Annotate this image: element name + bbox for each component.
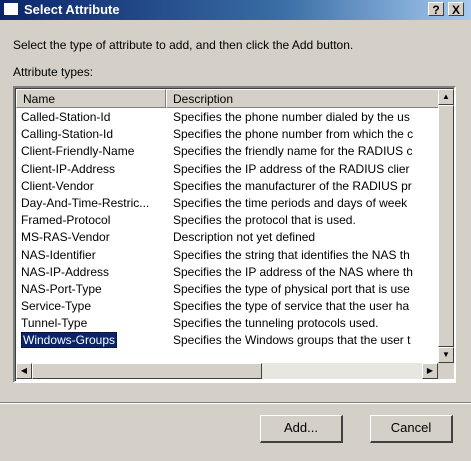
attribute-description: Specifies the string that identifies the… [173,247,410,262]
vertical-scrollbar[interactable]: ▲ ▼ [438,89,454,363]
list-item[interactable]: Client-IP-Address Specifies the IP addres… [16,161,438,178]
scroll-right-button[interactable]: ▶ [422,363,438,379]
list-item[interactable]: NAS-Identifier Specifies the string that … [16,247,438,264]
attribute-description: Specifies the IP address of the RADIUS c… [173,161,410,176]
close-button[interactable]: X [448,2,464,17]
attribute-description: Specifies the friendly name for the RADI… [173,144,413,159]
attribute-description: Specifies the time periods and days of w… [173,195,408,210]
attribute-name: NAS-Port-Type [21,281,102,296]
horizontal-scroll-thumb[interactable] [32,363,262,379]
instruction-text: Select the type of attribute to add, and… [13,38,354,52]
list-item[interactable]: Day-And-Time-Restric... Specifies the tim… [16,195,438,212]
dialog-separator [0,402,471,404]
attribute-description: Specifies the type of physical port that… [173,281,410,296]
attribute-name: MS-RAS-Vendor [21,230,110,245]
list-item[interactable]: Framed-Protocol Specifies the protocol th… [16,212,438,229]
title-bar[interactable]: Select Attribute ? X [0,0,471,20]
horizontal-scrollbar[interactable]: ◀ ▶ [16,363,438,379]
attribute-description: Specifies the protocol that is used. [173,213,356,228]
attribute-types-label: Attribute types: [13,65,94,79]
attribute-name: Client-Friendly-Name [21,144,135,159]
scrollbar-corner [438,363,454,379]
scroll-down-button[interactable]: ▼ [438,347,454,363]
list-rows: Called-Station-Id Specifies the phone num… [16,109,438,350]
list-item[interactable]: Service-Type Specifies the type of servic… [16,298,438,315]
attribute-name: Service-Type [21,299,92,314]
list-header: Name Description [16,89,440,108]
list-item[interactable]: NAS-IP-Address Specifies the IP address o… [16,264,438,281]
column-header-name[interactable]: Name [16,89,166,108]
attribute-list[interactable]: Name Description Called-Station-Id Specif… [13,86,456,383]
attribute-description: Specifies the IP address of the NAS wher… [173,264,413,279]
attribute-name: NAS-IP-Address [21,264,110,279]
attribute-name: Day-And-Time-Restric... [21,195,150,210]
attribute-description: Specifies the type of service that the u… [173,299,410,314]
attribute-description: Specifies the Windows groups that the us… [173,333,411,348]
window-title: Select Attribute [24,2,120,17]
attribute-name: Calling-Station-Id [21,127,114,142]
list-item[interactable]: Client-Vendor Specifies the manufacturer … [16,178,438,195]
vertical-scroll-thumb[interactable] [438,105,454,347]
list-item[interactable]: MS-RAS-Vendor Description not yet defined [16,229,438,246]
attribute-name: NAS-Identifier [21,247,96,262]
window-icon [4,3,18,15]
scroll-up-button[interactable]: ▲ [438,89,454,105]
help-button[interactable]: ? [428,2,444,17]
cancel-button[interactable]: Cancel [370,415,453,443]
attribute-description: Specifies the tunneling protocols used. [173,316,379,331]
list-item[interactable]: Windows-Groups Specifies the Windows grou… [16,332,438,349]
column-header-description[interactable]: Description [166,89,440,108]
list-item[interactable]: NAS-Port-Type Specifies the type of physi… [16,281,438,298]
attribute-description: Specifies the phone number from which th… [173,127,414,142]
attribute-name: Client-IP-Address [21,161,116,176]
attribute-name: Client-Vendor [21,178,94,193]
list-item[interactable]: Calling-Station-Id Specifies the phone nu… [16,126,438,143]
list-item[interactable]: Tunnel-Type Specifies the tunneling proto… [16,315,438,332]
attribute-description: Description not yet defined [173,230,316,245]
attribute-description: Specifies the phone number dialed by the… [173,110,410,124]
attribute-description: Specifies the manufacturer of the RADIUS… [173,178,412,193]
list-item[interactable]: Client-Friendly-Name Specifies the friend… [16,143,438,160]
scroll-left-button[interactable]: ◀ [16,363,32,379]
attribute-name: Tunnel-Type [21,316,88,331]
attribute-name: Called-Station-Id [21,110,111,124]
attribute-name: Windows-Groups [21,332,118,349]
list-item[interactable]: Called-Station-Id Specifies the phone num… [16,109,438,126]
attribute-name: Framed-Protocol [21,213,111,228]
add-button[interactable]: Add... [260,415,343,443]
